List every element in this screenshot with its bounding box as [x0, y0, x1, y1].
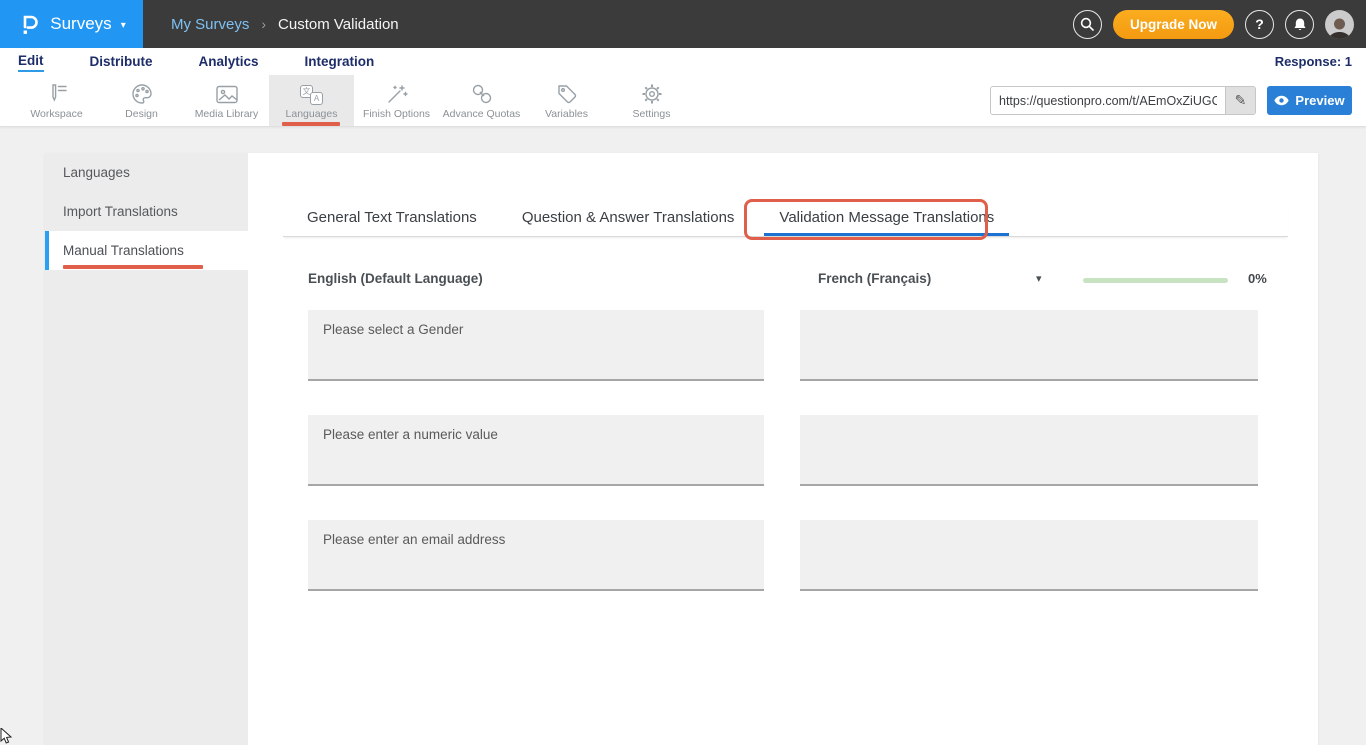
bell-icon	[1293, 17, 1307, 32]
response-count[interactable]: Response: 1	[1275, 54, 1352, 69]
settings-gear-icon	[641, 81, 663, 105]
avatar-photo	[1325, 15, 1354, 39]
media-library-icon	[215, 81, 239, 105]
breadcrumb-separator-icon: ›	[261, 16, 266, 32]
survey-url-box: ✎	[990, 86, 1256, 115]
upgrade-now-button[interactable]: Upgrade Now	[1113, 10, 1234, 39]
search-icon	[1080, 17, 1094, 31]
design-palette-icon	[131, 81, 153, 105]
translation-tabs: General Text Translations Question & Ans…	[283, 200, 1288, 237]
target-text-email[interactable]	[800, 520, 1258, 591]
tab-question-answer-translations[interactable]: Question & Answer Translations	[507, 200, 750, 236]
tab-validation-message-translations[interactable]: Validation Message Translations	[764, 200, 1009, 236]
tab-general-text-translations[interactable]: General Text Translations	[292, 200, 492, 236]
source-text-numeric[interactable]: Please enter a numeric value	[308, 415, 764, 486]
advance-quotas-link-icon	[471, 81, 493, 105]
sidebar-item-import-translations[interactable]: Import Translations	[45, 192, 248, 231]
edit-toolbar: Workspace Design Media Library 文A Langua…	[0, 75, 1366, 127]
target-language-select[interactable]: French (Français)	[818, 271, 931, 286]
tab-distribute[interactable]: Distribute	[90, 52, 153, 71]
notifications-button[interactable]	[1285, 10, 1314, 39]
tab-edit[interactable]: Edit	[18, 51, 44, 72]
toolbar-variables[interactable]: Variables	[524, 75, 609, 126]
languages-sidebar: Languages Import Translations Manual Tra…	[45, 153, 248, 745]
toolbar-settings[interactable]: Settings	[609, 75, 694, 126]
page-background: Languages Import Translations Manual Tra…	[0, 128, 1366, 745]
tab-analytics[interactable]: Analytics	[199, 52, 259, 71]
source-text-gender[interactable]: Please select a Gender	[308, 310, 764, 381]
preview-button[interactable]: Preview	[1267, 86, 1352, 115]
languages-panel: Languages Import Translations Manual Tra…	[45, 153, 1318, 745]
sidebar-item-languages[interactable]: Languages	[45, 153, 248, 192]
finish-options-wand-icon	[386, 81, 408, 105]
sidebar-item-manual-translations[interactable]: Manual Translations	[45, 231, 248, 270]
survey-url-input[interactable]	[991, 87, 1225, 114]
translations-content: General Text Translations Question & Ans…	[248, 153, 1318, 745]
breadcrumb: My Surveys › Custom Validation	[171, 16, 399, 33]
variables-tag-icon	[556, 81, 578, 105]
source-language-label: English (Default Language)	[308, 271, 483, 286]
translation-progress-percent: 0%	[1248, 271, 1267, 286]
target-text-gender[interactable]	[800, 310, 1258, 381]
survey-subnav: Edit Distribute Analytics Integration Re…	[0, 48, 1366, 75]
toolbar-design[interactable]: Design	[99, 75, 184, 126]
pencil-icon: ✎	[1235, 92, 1247, 109]
help-icon: ?	[1255, 16, 1264, 32]
annotation-underline-manual-translations	[63, 265, 203, 269]
header-actions: Upgrade Now ?	[1073, 0, 1354, 48]
breadcrumb-my-surveys[interactable]: My Surveys	[171, 16, 249, 33]
top-header: Surveys ▾ My Surveys › Custom Validation…	[0, 0, 1366, 48]
help-button[interactable]: ?	[1245, 10, 1274, 39]
languages-translate-icon: 文A	[300, 81, 323, 105]
mouse-cursor	[0, 728, 14, 744]
chevron-down-icon[interactable]: ▾	[1036, 272, 1042, 285]
toolbar-media-library[interactable]: Media Library	[184, 75, 269, 126]
target-text-numeric[interactable]	[800, 415, 1258, 486]
toolbar-finish-options[interactable]: Finish Options	[354, 75, 439, 126]
chevron-down-icon: ▾	[121, 20, 126, 31]
translation-progress-bar	[1083, 278, 1228, 283]
toolbar-languages[interactable]: 文A Languages	[269, 75, 354, 126]
annotation-underline-languages	[282, 122, 340, 126]
toolbar-advance-quotas[interactable]: Advance Quotas	[439, 75, 524, 126]
toolbar-workspace[interactable]: Workspace	[14, 75, 99, 126]
app-switcher[interactable]: Surveys ▾	[0, 0, 143, 48]
edit-url-button[interactable]: ✎	[1225, 87, 1255, 114]
app-menu-label: Surveys	[50, 14, 111, 34]
questionpro-logo-icon	[17, 11, 41, 37]
user-avatar[interactable]	[1325, 10, 1354, 39]
search-button[interactable]	[1073, 10, 1102, 39]
tab-integration[interactable]: Integration	[305, 52, 375, 71]
workspace-icon	[45, 81, 69, 105]
eye-icon	[1274, 95, 1289, 106]
source-text-email[interactable]: Please enter an email address	[308, 520, 764, 591]
breadcrumb-current-survey: Custom Validation	[278, 16, 399, 33]
